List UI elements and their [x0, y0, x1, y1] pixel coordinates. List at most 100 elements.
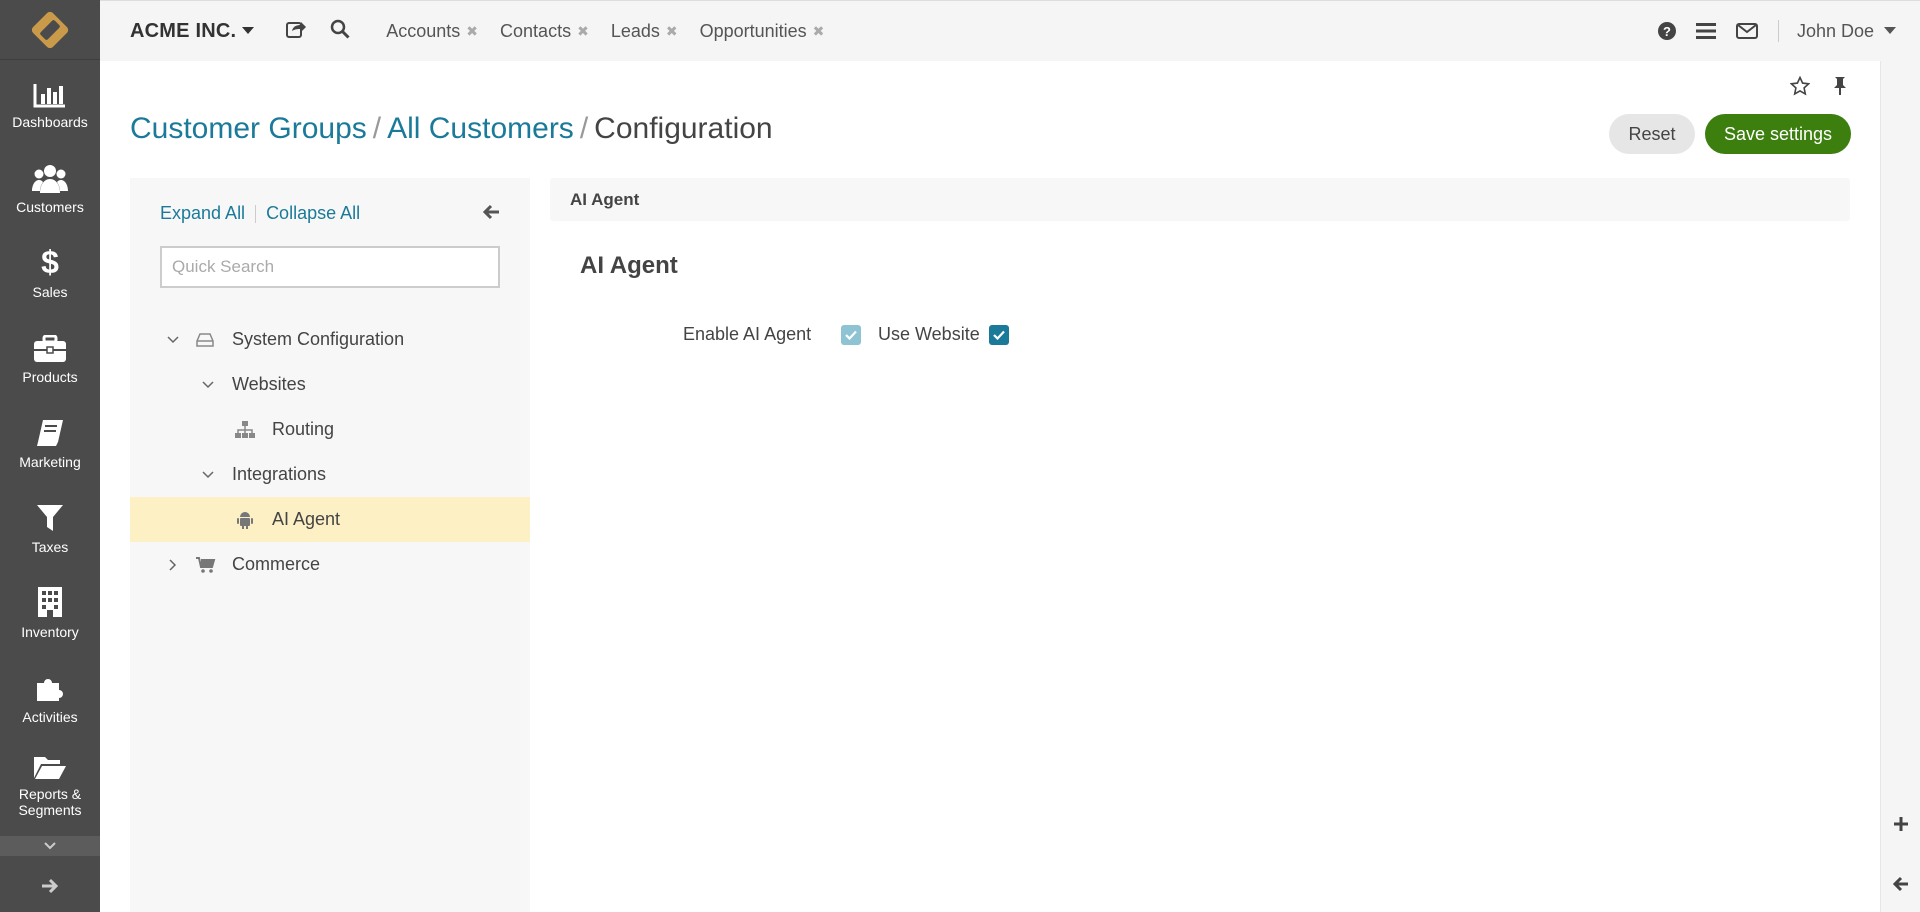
config-tree-panel: Expand All Collapse All System Configura…	[130, 178, 530, 912]
building-icon	[38, 586, 62, 617]
tree-node-label: System Configuration	[232, 329, 405, 349]
arrow-left-icon[interactable]	[482, 204, 500, 225]
nav-item-label: Inventory	[21, 623, 79, 640]
nav-item-label: Sales	[32, 283, 68, 300]
collapse-all-link[interactable]: Collapse All	[266, 203, 360, 224]
briefcase-icon	[34, 334, 66, 362]
menu-icon[interactable]	[1695, 23, 1716, 39]
android-icon	[237, 511, 253, 529]
users-icon	[32, 164, 68, 193]
tab-label: Opportunities	[699, 20, 807, 41]
enable-ai-agent-field: Enable AI Agent	[683, 324, 862, 345]
nav-item-label: Reports & Segments	[18, 785, 82, 818]
chevron-down-icon[interactable]	[167, 335, 179, 344]
expand-all-link[interactable]: Expand All	[160, 203, 245, 224]
app-logo[interactable]	[0, 0, 100, 60]
nav-item-taxes[interactable]: Taxes	[0, 485, 100, 570]
caret-down-icon	[242, 27, 255, 34]
chevron-right-icon[interactable]	[169, 558, 177, 571]
breadcrumb: Customer Groups / All Customers / Configurat…	[130, 112, 773, 146]
use-default-checkbox[interactable]	[841, 324, 862, 345]
tree-node-label: AI Agent	[272, 509, 341, 529]
tree-node-label: Integrations	[232, 464, 327, 484]
sitemap-icon	[235, 420, 255, 439]
close-icon[interactable]: ✖	[666, 23, 678, 40]
divider	[255, 204, 257, 223]
nav-expand-toggle[interactable]	[0, 866, 100, 906]
tree-node-system-configuration[interactable]: System Configuration	[130, 317, 530, 362]
divider	[1777, 20, 1779, 42]
nav-item-inventory[interactable]: Inventory	[0, 570, 100, 655]
svg-text:?: ?	[1663, 24, 1671, 39]
mail-icon[interactable]	[1735, 23, 1758, 39]
tree-node-routing[interactable]: Routing	[130, 407, 530, 452]
organization-name: ACME INC.	[130, 19, 237, 42]
tab-opportunities[interactable]: Opportunities ✖	[700, 21, 825, 42]
pinned-tabs: Accounts ✖ Contacts ✖ Leads ✖ Opportunities…	[364, 21, 824, 42]
tree-node-label: Routing	[272, 419, 335, 439]
nav-item-dashboards[interactable]: Dashboards	[0, 60, 100, 145]
section-header-label: AI Agent	[570, 190, 640, 209]
share-icon[interactable]	[286, 20, 307, 43]
tab-accounts[interactable]: Accounts ✖	[386, 21, 478, 42]
plus-icon[interactable]	[1893, 816, 1909, 837]
chevron-down-icon	[44, 842, 56, 850]
pin-icon[interactable]	[1832, 76, 1848, 101]
breadcrumb-link-customer-groups[interactable]: Customer Groups	[130, 112, 367, 145]
quick-search-input[interactable]	[160, 246, 500, 288]
nav-item-label: Marketing	[19, 453, 81, 470]
close-icon[interactable]: ✖	[577, 23, 589, 40]
organization-switcher[interactable]: ACME INC.	[130, 19, 255, 43]
nav-item-sales[interactable]: $ Sales	[0, 230, 100, 315]
nav-item-label: Taxes	[31, 538, 69, 555]
nav-item-label: Activities	[22, 708, 78, 725]
tree-node-label: Commerce	[232, 554, 321, 574]
top-bar: ACME INC. Accounts ✖ Contacts ✖ Leads ✖ Opp…	[100, 0, 1920, 61]
tab-label: Contacts	[500, 20, 572, 41]
arrow-right-icon	[42, 878, 59, 894]
caret-down-icon	[1884, 27, 1896, 34]
folder-icon	[34, 756, 66, 779]
star-icon[interactable]	[1789, 75, 1811, 101]
tab-leads[interactable]: Leads ✖	[611, 21, 678, 42]
nav-item-label: Dashboards	[12, 113, 88, 130]
close-icon[interactable]: ✖	[466, 23, 478, 40]
dollar-icon: $	[41, 243, 59, 280]
tab-label: Leads	[610, 20, 660, 41]
tree-node-ai-agent[interactable]: AI Agent	[130, 497, 530, 542]
breadcrumb-separator: /	[372, 112, 382, 145]
chevron-down-icon[interactable]	[202, 470, 214, 479]
user-menu[interactable]: John Doe	[1797, 21, 1896, 42]
save-settings-button[interactable]: Save settings	[1705, 114, 1851, 154]
nav-item-marketing[interactable]: Marketing	[0, 400, 100, 485]
breadcrumb-separator: /	[579, 112, 589, 145]
help-icon[interactable]: ?	[1657, 22, 1676, 40]
use-website-checkbox[interactable]	[988, 324, 1009, 345]
nav-item-customers[interactable]: Customers	[0, 145, 100, 230]
field-label: Enable AI Agent	[683, 324, 812, 344]
nav-item-products[interactable]: Products	[0, 315, 100, 400]
tree-node-commerce[interactable]: Commerce	[130, 542, 530, 587]
checkmark-icon	[845, 330, 857, 340]
nav-item-reports-segments[interactable]: Reports & Segments	[0, 740, 100, 825]
chevron-down-icon[interactable]	[202, 380, 214, 389]
reset-button[interactable]: Reset	[1609, 114, 1695, 154]
right-sidebar	[1880, 61, 1920, 912]
search-icon[interactable]	[330, 19, 350, 44]
breadcrumb-link-all-customers[interactable]: All Customers	[387, 112, 574, 145]
nav-scroll-down[interactable]	[0, 836, 100, 856]
arrow-left-icon[interactable]	[1892, 876, 1909, 897]
tree-node-label: Websites	[232, 374, 306, 394]
book-icon	[37, 419, 63, 446]
nav-item-activities[interactable]: Activities	[0, 655, 100, 740]
section-title: AI Agent	[580, 252, 678, 279]
tree-node-integrations[interactable]: Integrations	[130, 452, 530, 497]
page-title: Configuration	[594, 112, 773, 145]
close-icon[interactable]: ✖	[813, 23, 825, 40]
bar-chart-icon	[33, 83, 65, 107]
tab-label: Accounts	[386, 20, 461, 41]
filter-icon	[37, 504, 63, 531]
tab-contacts[interactable]: Contacts ✖	[500, 21, 589, 42]
tree-node-websites[interactable]: Websites	[130, 362, 530, 407]
hdd-icon	[196, 332, 214, 347]
